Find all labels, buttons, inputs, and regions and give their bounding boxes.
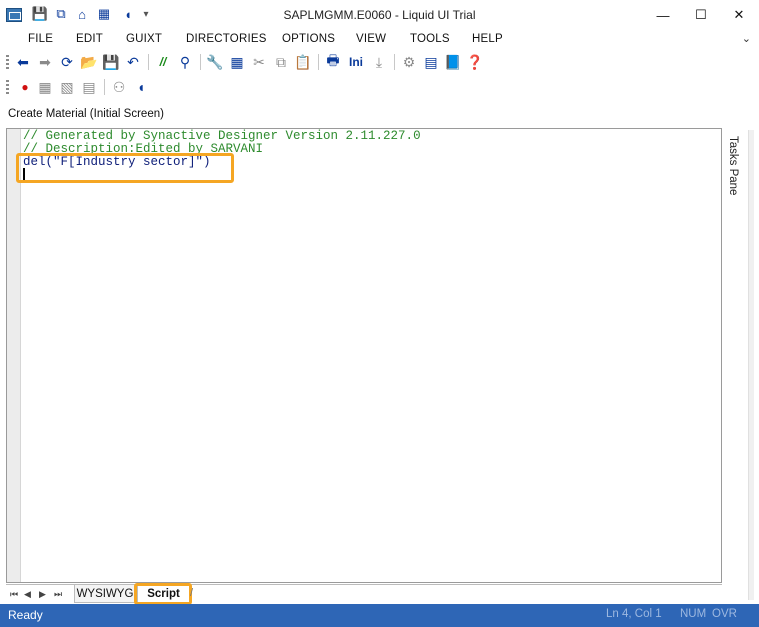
close-button[interactable]: ✕ [724, 4, 754, 26]
menu-overflow-chevron-icon[interactable]: ⌄ [742, 32, 751, 45]
editor-gutter [7, 129, 21, 582]
script-editor[interactable]: // Generated by Synactive Designer Versi… [6, 128, 722, 583]
menu-tools[interactable]: TOOLS [410, 33, 450, 45]
screen-list-icon[interactable]: ▤ [80, 78, 98, 96]
code-highlight-box [16, 153, 234, 183]
menu-directories[interactable]: DIRECTORIES [186, 33, 267, 45]
download-icon[interactable]: ⤓ [370, 53, 388, 71]
last-tab-icon[interactable]: ⏭ [54, 589, 62, 600]
toolbar-grip[interactable] [6, 80, 9, 94]
menu-file[interactable]: FILE [28, 33, 53, 45]
toolbar-grip[interactable] [6, 55, 9, 69]
refresh-icon[interactable]: ⟳ [58, 53, 76, 71]
record-icon[interactable]: ● [16, 78, 34, 96]
vertical-scrollbar[interactable] [748, 130, 754, 600]
maximize-button[interactable]: ☐ [686, 4, 716, 26]
toolbar-main: ⬅ ➡ ⟳ 📂 💾 ↶ // ⚲ 🔧 ▦ ✂ ⧉ 📋 🖶 Ini ⤓ ⚙ ▤ 📘… [0, 50, 759, 74]
wrench-icon[interactable]: 🔧 [206, 53, 224, 71]
settings-gear-icon[interactable]: ⚙ [400, 53, 418, 71]
status-num-lock: NUM [680, 608, 707, 620]
toolbar-separator [394, 54, 395, 70]
prev-tab-icon[interactable]: ◀ [24, 589, 31, 600]
tasks-pane-tab[interactable]: Tasks Pane [724, 130, 748, 250]
toolbar-separator [104, 79, 105, 95]
editor-tab-strip: ⏮ ◀ ▶ ⏭ WYSIWYG Script / [6, 583, 722, 605]
menu-help[interactable]: HELP [472, 33, 503, 45]
first-tab-icon[interactable]: ⏮ [10, 589, 18, 600]
tab-highlight-box [134, 583, 192, 605]
toolbar-separator [200, 54, 201, 70]
menu-edit[interactable]: EDIT [76, 33, 103, 45]
menu-bar: FILE EDIT GUIXT DIRECTORIES OPTIONS VIEW… [0, 30, 759, 50]
network-icon[interactable]: ⚇ [110, 78, 128, 96]
menu-guixt[interactable]: GUIXT [126, 33, 162, 45]
copy-icon[interactable]: ⧉ [272, 53, 290, 71]
toolbar-secondary: ● ▦ ▧ ▤ ⚇ ◖ [0, 75, 759, 99]
back-arrow-icon[interactable]: ⬅ [14, 53, 32, 71]
tab-edge: / [190, 587, 194, 599]
toolbar-separator [318, 54, 319, 70]
menu-options[interactable]: OPTIONS [282, 33, 335, 45]
next-tab-icon[interactable]: ▶ [39, 589, 46, 600]
window-title: SAPLMGMM.E0060 - Liquid UI Trial [283, 8, 476, 22]
tasks-pane-label: Tasks Pane [727, 136, 739, 196]
screen-gray-icon[interactable]: ▦ [36, 78, 54, 96]
undo-icon[interactable]: ↶ [124, 53, 142, 71]
title-bar: 💾 ⧉ ⌂ ▦ ◖ ▾ SAPLMGMM.E0060 - Liquid UI T… [0, 0, 759, 30]
screen-title: Create Material (Initial Screen) [8, 108, 164, 120]
cut-icon[interactable]: ✂ [250, 53, 268, 71]
paste-icon[interactable]: 📋 [294, 53, 312, 71]
status-cursor-position: Ln 4, Col 1 [606, 608, 662, 620]
screen-delete-icon[interactable]: ▧ [58, 78, 76, 96]
properties-icon[interactable]: ▤ [422, 53, 440, 71]
status-ready: Ready [8, 608, 43, 622]
forward-arrow-icon[interactable]: ➡ [36, 53, 54, 71]
book-icon[interactable]: 📘 [444, 53, 462, 71]
tab-wysiwyg[interactable]: WYSIWYG [74, 585, 136, 603]
video-icon[interactable]: ◖ [132, 78, 150, 96]
help-icon[interactable]: ❓ [466, 53, 484, 71]
find-binoculars-icon[interactable]: ⚲ [176, 53, 194, 71]
status-overwrite: OVR [712, 608, 737, 620]
comment-icon[interactable]: // [154, 53, 172, 71]
screen-icon[interactable]: ▦ [228, 53, 246, 71]
minimize-button[interactable]: — [648, 4, 678, 26]
print-icon[interactable]: 🖶 [324, 52, 342, 71]
ini-button[interactable]: Ini [346, 53, 366, 71]
open-folder-icon[interactable]: 📂 [80, 53, 98, 71]
status-bar: Ready Ln 4, Col 1 NUM OVR [0, 604, 759, 627]
toolbar-separator [148, 54, 149, 70]
menu-view[interactable]: VIEW [356, 33, 386, 45]
save-icon[interactable]: 💾 [102, 53, 120, 71]
